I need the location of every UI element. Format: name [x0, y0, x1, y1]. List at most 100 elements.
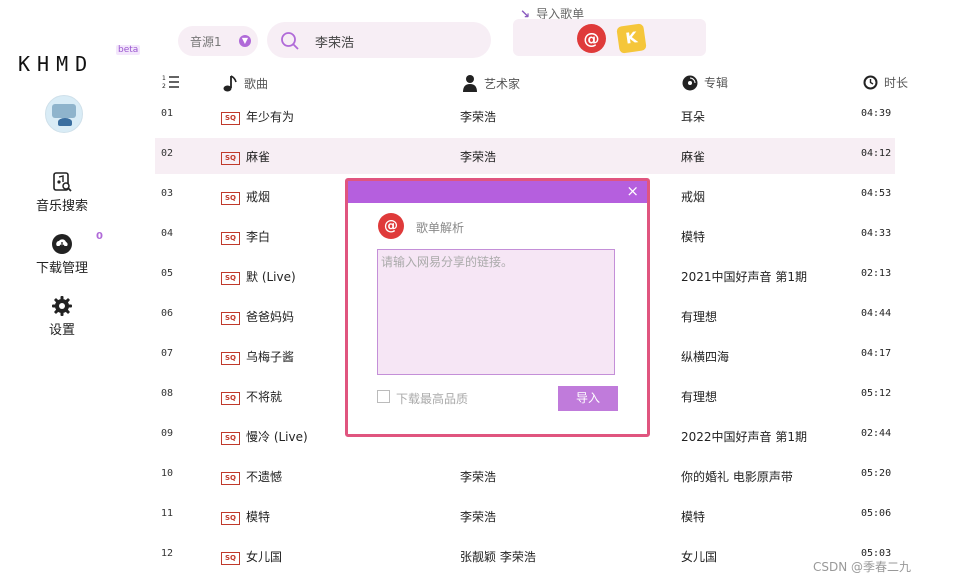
track-title[interactable]: 不将就: [246, 390, 282, 404]
sidebar-item-label: 下载管理: [35, 261, 88, 276]
track-artist[interactable]: 李荣浩: [460, 508, 496, 525]
track-duration: 05:12: [861, 388, 892, 399]
avatar-art: [52, 104, 76, 118]
svg-text:2: 2: [162, 83, 166, 90]
track-title[interactable]: 慢冷 (Live): [246, 430, 308, 444]
sidebar-item-label: 音乐搜索: [35, 199, 88, 214]
import-button[interactable]: 导入: [558, 386, 618, 411]
gear-icon: [52, 296, 72, 316]
track-album[interactable]: 有理想: [681, 388, 717, 405]
track-title-cell: SQ 爸爸妈妈: [221, 308, 294, 325]
source-select[interactable]: 音源1 ▼: [178, 26, 258, 56]
quality-badge: SQ: [221, 552, 240, 565]
track-number: 12: [161, 548, 174, 559]
track-album[interactable]: 纵横四海: [681, 348, 729, 365]
close-icon[interactable]: ×: [626, 182, 639, 200]
track-artist[interactable]: 张靓颖 李荣浩: [460, 548, 536, 565]
track-duration: 02:13: [861, 268, 892, 279]
track-number: 01: [161, 108, 174, 119]
clock-icon: [863, 75, 878, 90]
track-album[interactable]: 模特: [681, 228, 705, 245]
track-title[interactable]: 模特: [246, 510, 270, 524]
title-column-header[interactable]: 歌曲: [222, 74, 268, 92]
quality-badge: SQ: [221, 512, 240, 525]
search-box[interactable]: [267, 22, 491, 58]
track-duration: 02:44: [861, 428, 892, 439]
watermark: CSDN @季春二九: [813, 560, 912, 574]
track-album[interactable]: 戒烟: [681, 188, 705, 205]
sidebar-item-download-manager[interactable]: 下载管理: [17, 233, 107, 276]
track-title[interactable]: 乌梅子酱: [246, 350, 294, 364]
table-row[interactable]: 10 SQ 不遗憾 李荣浩 你的婚礼 电影原声带 05:20: [155, 458, 895, 494]
track-title-cell: SQ 不将就: [221, 388, 282, 405]
search-icon: [281, 32, 299, 50]
track-number: 07: [161, 348, 174, 359]
cloud-download-icon: [52, 234, 72, 254]
quality-badge: SQ: [221, 392, 240, 405]
track-title-cell: SQ 乌梅子酱: [221, 348, 294, 365]
playlist-parse-dialog: × @ 歌单解析 下载最高品质 导入: [345, 178, 650, 437]
search-input[interactable]: [313, 30, 477, 52]
user-avatar[interactable]: [45, 95, 83, 133]
track-title-cell: SQ 年少有为: [221, 108, 294, 125]
track-number: 05: [161, 268, 174, 279]
music-search-icon: [53, 172, 72, 192]
track-duration: 04:53: [861, 188, 892, 199]
track-title-cell: SQ 戒烟: [221, 188, 270, 205]
track-title[interactable]: 戒烟: [246, 190, 270, 204]
table-row[interactable]: 12 SQ 女儿国 张靓颖 李荣浩 女儿国 05:03: [155, 538, 895, 574]
quality-badge: SQ: [221, 472, 240, 485]
track-title[interactable]: 爸爸妈妈: [246, 310, 294, 324]
track-title-cell: SQ 默 (Live): [221, 268, 296, 285]
table-row[interactable]: 01 SQ 年少有为 李荣浩 耳朵 04:39: [155, 98, 895, 134]
sidebar-item-music-search[interactable]: 音乐搜索: [17, 171, 107, 214]
track-number: 06: [161, 308, 174, 319]
track-artist[interactable]: 李荣浩: [460, 148, 496, 165]
track-album[interactable]: 女儿国: [681, 548, 717, 565]
table-row[interactable]: 11 SQ 模特 李荣浩 模特 05:06: [155, 498, 895, 534]
track-album[interactable]: 有理想: [681, 308, 717, 325]
track-album[interactable]: 模特: [681, 508, 705, 525]
track-title[interactable]: 李白: [246, 230, 270, 244]
track-album[interactable]: 2022中国好声音 第1期: [681, 428, 807, 445]
track-album[interactable]: 耳朵: [681, 108, 705, 125]
quality-badge: SQ: [221, 272, 240, 285]
share-link-input[interactable]: [377, 249, 615, 375]
track-number: 02: [161, 148, 174, 159]
track-album[interactable]: 你的婚礼 电影原声带: [681, 468, 793, 485]
track-album[interactable]: 麻雀: [681, 148, 705, 165]
track-artist[interactable]: 李荣浩: [460, 468, 496, 485]
track-title-cell: SQ 不遗憾: [221, 468, 282, 485]
track-duration: 04:12: [861, 148, 892, 159]
track-title-cell: SQ 李白: [221, 228, 270, 245]
table-row[interactable]: 02 SQ 麻雀 李荣浩 麻雀 04:12: [155, 138, 895, 174]
artist-column-header[interactable]: 艺术家: [462, 74, 520, 92]
dialog-header: ×: [348, 181, 647, 203]
track-title[interactable]: 不遗憾: [246, 470, 282, 484]
quality-badge: SQ: [221, 192, 240, 205]
track-number: 08: [161, 388, 174, 399]
netease-music-icon: @: [378, 213, 404, 239]
track-number: 04: [161, 228, 174, 239]
highest-quality-checkbox[interactable]: [377, 390, 390, 403]
track-title[interactable]: 年少有为: [246, 110, 294, 124]
source-select-value: 音源1: [190, 35, 222, 49]
track-title[interactable]: 默 (Live): [246, 270, 296, 284]
track-duration: 04:44: [861, 308, 892, 319]
quality-badge: SQ: [221, 352, 240, 365]
netease-music-icon[interactable]: @: [577, 24, 606, 53]
avatar-art-detail: [58, 118, 72, 126]
track-title[interactable]: 麻雀: [246, 150, 270, 164]
svg-text:1: 1: [162, 75, 166, 82]
track-album[interactable]: 2021中国好声音 第1期: [681, 268, 807, 285]
quality-badge: SQ: [221, 112, 240, 125]
track-duration: 05:20: [861, 468, 892, 479]
duration-column-header[interactable]: 时长: [863, 74, 908, 91]
album-column-header[interactable]: 专辑: [682, 74, 728, 91]
track-title[interactable]: 女儿国: [246, 550, 282, 564]
track-artist[interactable]: 李荣浩: [460, 108, 496, 125]
kuwo-music-icon[interactable]: K: [616, 23, 647, 54]
track-title-cell: SQ 女儿国: [221, 548, 282, 565]
sidebar-item-settings[interactable]: 设置: [17, 295, 107, 338]
track-title-cell: SQ 慢冷 (Live): [221, 428, 308, 445]
